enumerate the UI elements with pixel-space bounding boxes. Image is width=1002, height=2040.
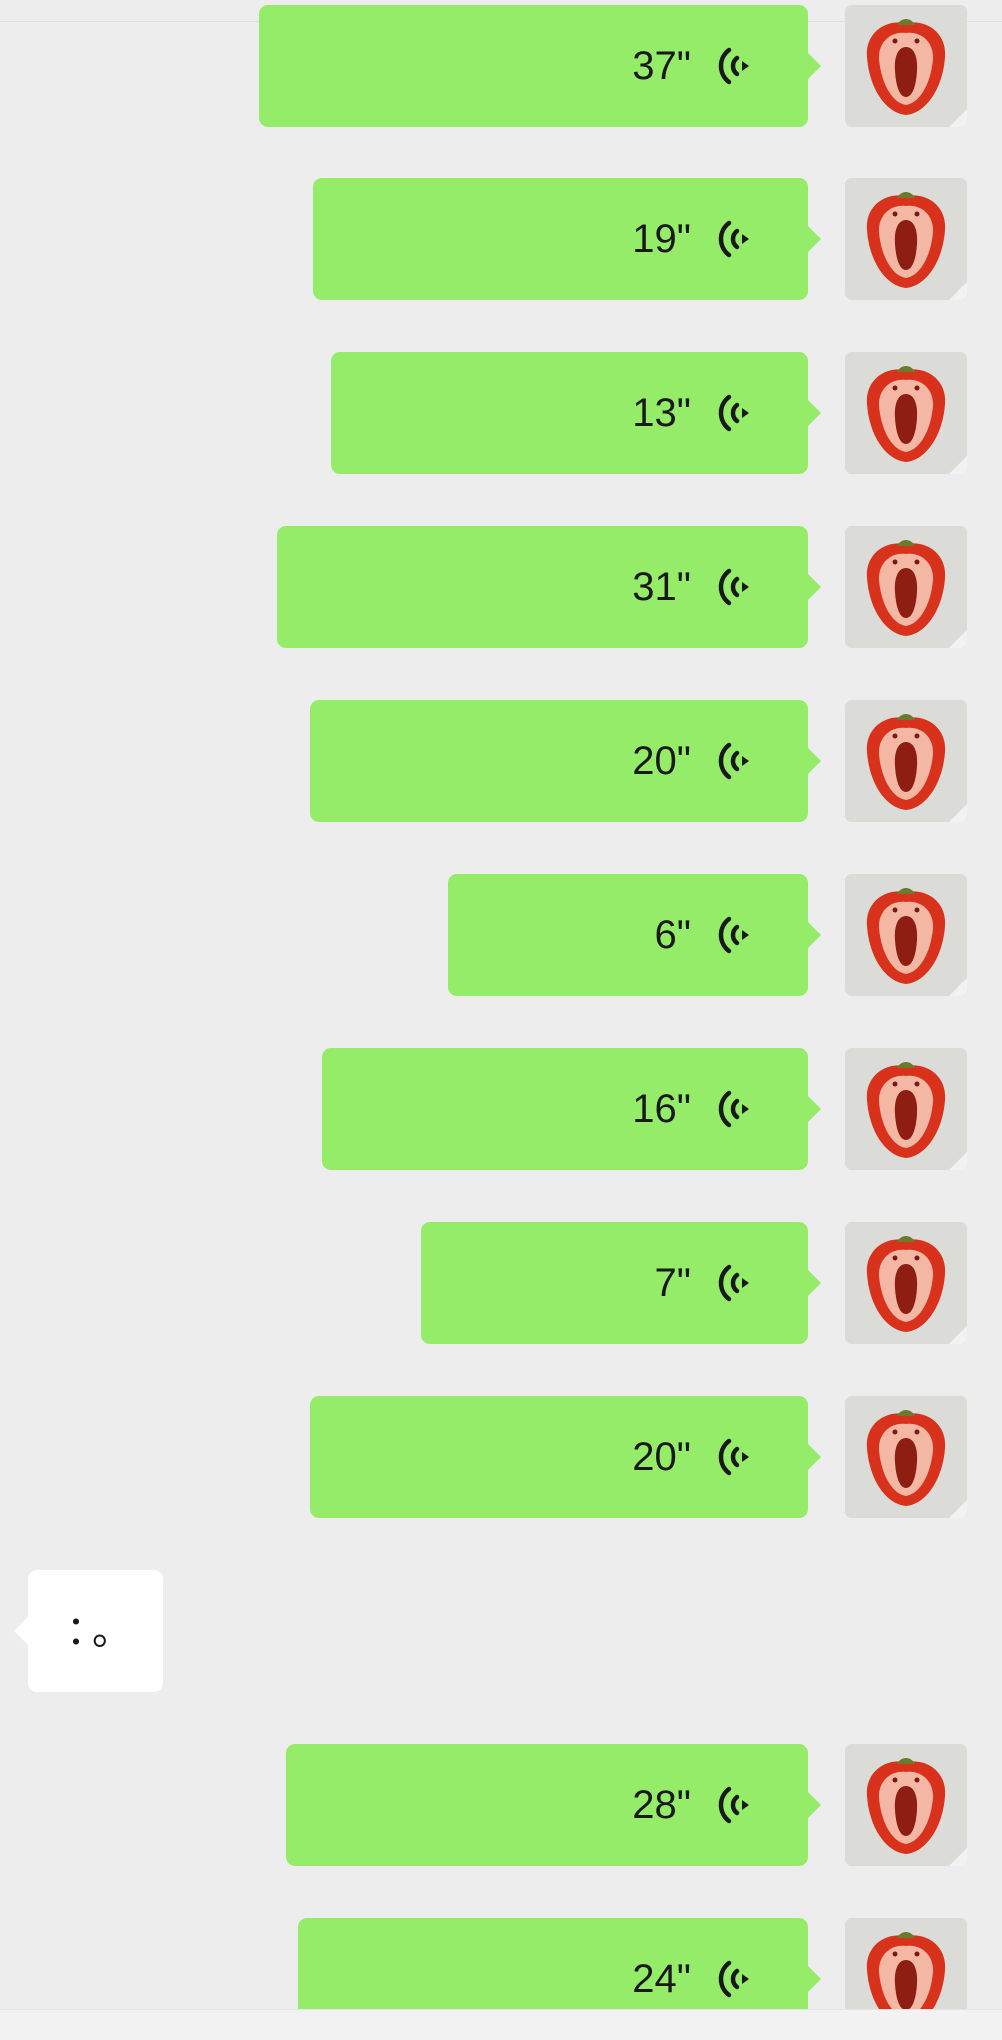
voice-message-bubble[interactable]: 31" xyxy=(277,526,821,648)
red-pepper-avatar xyxy=(845,526,967,648)
avatar[interactable] xyxy=(845,352,967,474)
message-row: 31" xyxy=(0,526,1002,648)
red-pepper-avatar xyxy=(845,5,967,127)
message-row: 20" xyxy=(0,1396,1002,1518)
voice-wave-icon xyxy=(718,1090,749,1128)
chat-message-list[interactable]: 37" 19" 13" 31" 20" 6" 16" 7" 20" ：。 28"… xyxy=(0,0,1002,2040)
voice-message-bubble[interactable]: 20" xyxy=(310,1396,821,1518)
voice-wave-icon xyxy=(718,1786,749,1824)
red-pepper-avatar xyxy=(845,700,967,822)
message-row: 19" xyxy=(0,178,1002,300)
avatar[interactable] xyxy=(845,178,967,300)
voice-message-bubble[interactable]: 19" xyxy=(313,178,821,300)
red-pepper-avatar xyxy=(845,352,967,474)
message-row: 16" xyxy=(0,1048,1002,1170)
message-row: 28" xyxy=(0,1744,1002,1866)
voice-message-bubble[interactable]: 13" xyxy=(331,352,821,474)
message-row: 20" xyxy=(0,700,1002,822)
voice-wave-icon xyxy=(718,1438,749,1476)
voice-message-bubble[interactable]: 16" xyxy=(322,1048,821,1170)
avatar[interactable] xyxy=(845,5,967,127)
voice-message-bubble[interactable]: 37" xyxy=(259,5,821,127)
voice-wave-icon xyxy=(718,1960,749,1998)
voice-wave-icon xyxy=(718,47,749,85)
voice-duration: 28" xyxy=(632,1783,691,1827)
voice-message-bubble[interactable]: 7" xyxy=(421,1222,821,1344)
voice-duration: 20" xyxy=(632,739,691,783)
voice-wave-icon xyxy=(718,220,749,258)
voice-duration: 7" xyxy=(654,1261,691,1305)
voice-wave-icon xyxy=(718,568,749,606)
red-pepper-avatar xyxy=(845,874,967,996)
voice-wave-icon xyxy=(718,394,749,432)
incoming-text-bubble[interactable]: ：。 xyxy=(14,1570,163,1692)
voice-wave-icon xyxy=(718,742,749,780)
voice-duration: 6" xyxy=(654,913,691,957)
voice-duration: 19" xyxy=(632,217,691,261)
avatar[interactable] xyxy=(845,700,967,822)
red-pepper-avatar xyxy=(845,178,967,300)
avatar[interactable] xyxy=(845,1744,967,1866)
avatar[interactable] xyxy=(845,1222,967,1344)
voice-duration: 13" xyxy=(632,391,691,435)
voice-duration: 20" xyxy=(632,1435,691,1479)
avatar[interactable] xyxy=(845,874,967,996)
incoming-message-text: ：。 xyxy=(66,1608,138,1654)
voice-message-bubble[interactable]: 28" xyxy=(286,1744,821,1866)
voice-duration: 37" xyxy=(632,44,691,88)
red-pepper-avatar xyxy=(845,1396,967,1518)
voice-duration: 16" xyxy=(632,1087,691,1131)
voice-duration: 31" xyxy=(632,565,691,609)
voice-message-bubble[interactable]: 20" xyxy=(310,700,821,822)
red-pepper-avatar xyxy=(845,1744,967,1866)
voice-wave-icon xyxy=(718,1264,749,1302)
avatar[interactable] xyxy=(845,1048,967,1170)
message-row: 7" xyxy=(0,1222,1002,1344)
message-row: 6" xyxy=(0,874,1002,996)
voice-wave-icon xyxy=(718,916,749,954)
avatar[interactable] xyxy=(845,526,967,648)
bottom-bar xyxy=(0,2009,1002,2040)
message-row: 13" xyxy=(0,352,1002,474)
avatar[interactable] xyxy=(845,1396,967,1518)
red-pepper-avatar xyxy=(845,1222,967,1344)
voice-message-bubble[interactable]: 6" xyxy=(448,874,821,996)
message-row: 37" xyxy=(0,5,1002,127)
red-pepper-avatar xyxy=(845,1048,967,1170)
